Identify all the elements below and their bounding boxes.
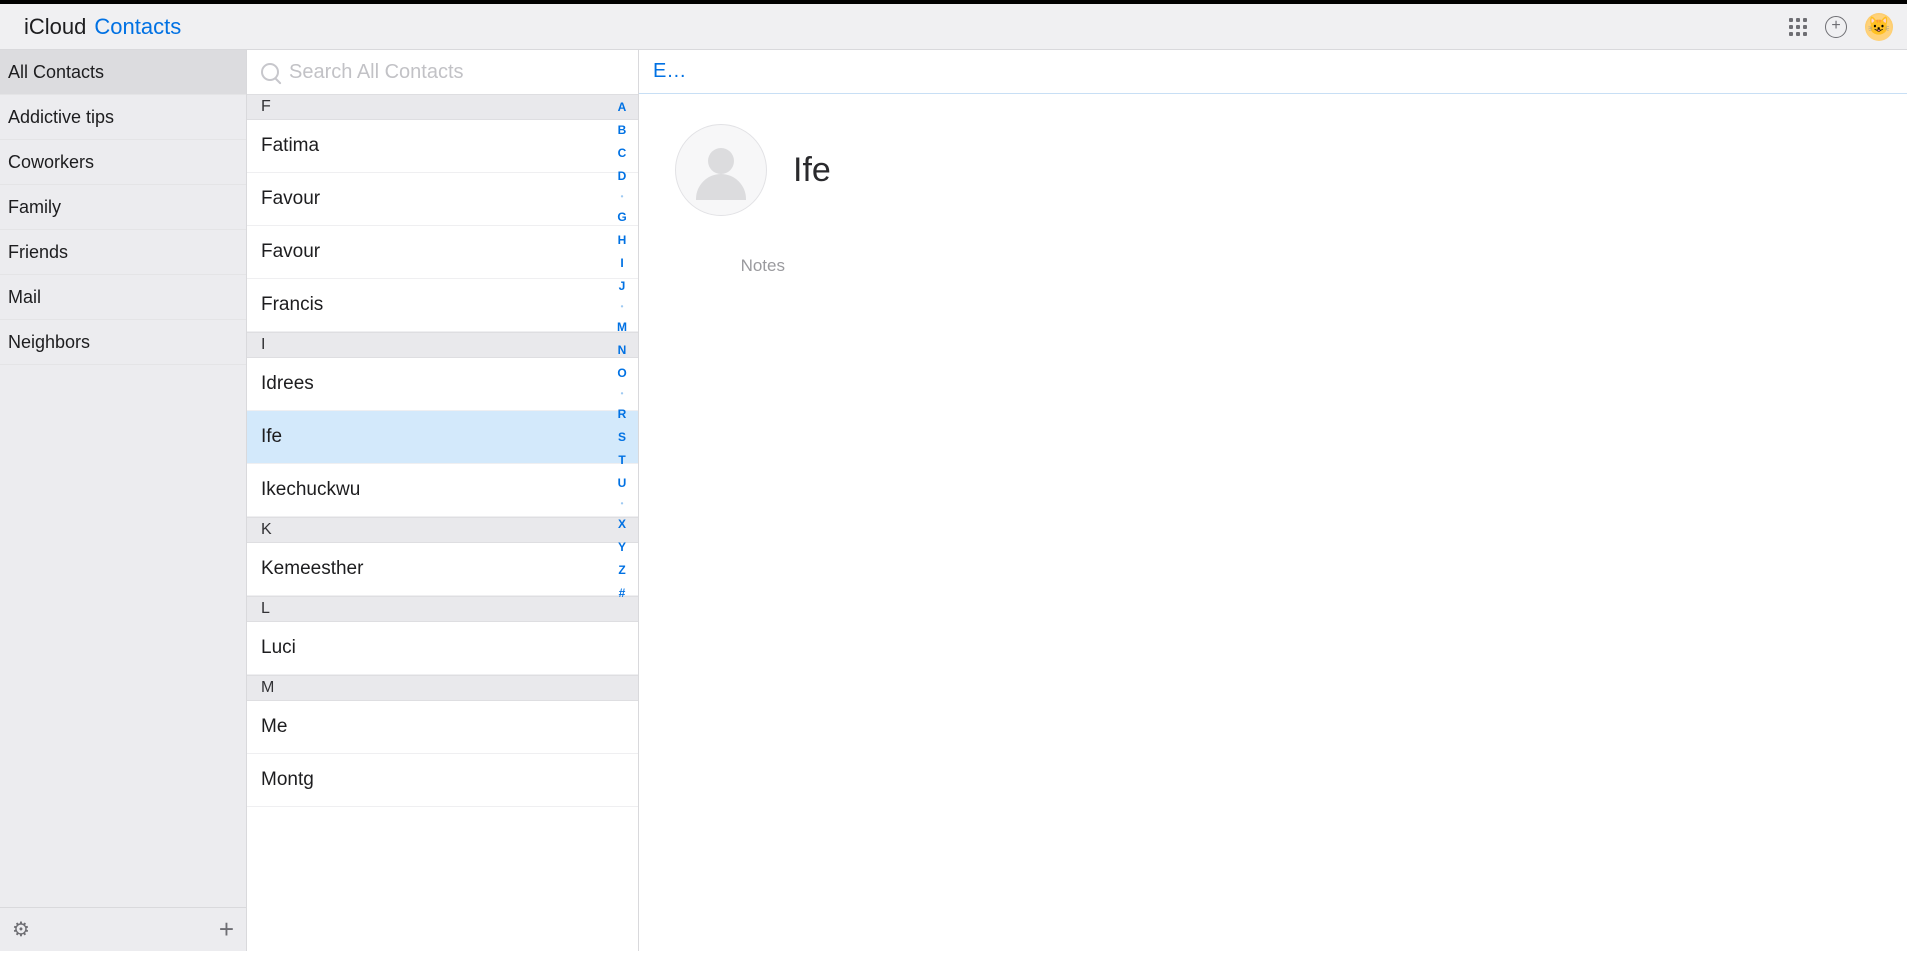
contact-name: Ife — [793, 151, 831, 190]
sidebar: All ContactsAddictive tipsCoworkersFamil… — [0, 50, 247, 951]
alpha-index-letter[interactable]: O — [617, 366, 626, 380]
sidebar-group-item[interactable]: Addictive tips — [0, 95, 246, 140]
search-icon — [261, 63, 279, 81]
brand-app-name[interactable]: Contacts — [94, 14, 181, 40]
alpha-index-letter[interactable]: Z — [618, 563, 625, 577]
alpha-index[interactable]: ABCD • GHIJ • MNO • RSTU • XYZ # — [610, 100, 634, 941]
contact-row[interactable]: Luci — [247, 622, 638, 675]
sidebar-footer: ⚙ + — [0, 907, 246, 951]
contact-row[interactable]: Idrees — [247, 358, 638, 411]
account-avatar[interactable]: 😺 — [1865, 13, 1893, 41]
contact-row[interactable]: Favour — [247, 173, 638, 226]
section-header: F — [247, 94, 638, 120]
sidebar-group-item[interactable]: Mail — [0, 275, 246, 320]
brand-icloud[interactable]: iCloud — [24, 14, 86, 40]
app-launcher-icon[interactable] — [1789, 18, 1807, 36]
alpha-index-letter[interactable]: D — [618, 169, 627, 183]
alpha-index-letter[interactable]: • — [621, 192, 624, 201]
detail-header: E… — [639, 50, 1907, 94]
alpha-index-letter[interactable]: R — [618, 407, 627, 421]
search-bar — [247, 50, 638, 94]
search-input[interactable] — [289, 61, 624, 84]
contact-row[interactable]: Favour — [247, 226, 638, 279]
contact-row[interactable]: Montg — [247, 754, 638, 807]
alpha-index-letter[interactable]: U — [618, 476, 627, 490]
alpha-index-letter[interactable]: G — [617, 210, 626, 224]
person-silhouette-icon — [691, 140, 751, 200]
alpha-index-letter[interactable]: J — [619, 279, 626, 293]
contact-detail-pane: E… Ife Notes — [639, 50, 1907, 951]
alpha-index-letter[interactable]: I — [620, 256, 623, 270]
add-group-button[interactable]: + — [219, 914, 234, 945]
section-header: M — [247, 675, 638, 701]
contact-row[interactable]: Me — [247, 701, 638, 754]
alpha-index-letter[interactable]: H — [618, 233, 627, 247]
sidebar-group-item[interactable]: Family — [0, 185, 246, 230]
contact-avatar-placeholder[interactable] — [675, 124, 767, 216]
alpha-index-letter[interactable]: X — [618, 517, 626, 531]
edit-button[interactable]: E… — [653, 60, 686, 83]
alpha-index-letter[interactable]: A — [618, 100, 627, 114]
alpha-index-letter[interactable]: N — [618, 343, 627, 357]
alpha-index-letter[interactable]: # — [619, 586, 626, 600]
alpha-index-letter[interactable]: B — [618, 123, 627, 137]
notes-label: Notes — [685, 256, 785, 276]
alpha-index-letter[interactable]: Y — [618, 540, 626, 554]
contact-row[interactable]: Kemeesther — [247, 543, 638, 596]
sidebar-group-item[interactable]: Friends — [0, 230, 246, 275]
breadcrumb: iCloud Contacts — [14, 14, 181, 40]
sidebar-group-item[interactable]: All Contacts — [0, 50, 246, 95]
alpha-index-letter[interactable]: • — [621, 302, 624, 311]
contact-row[interactable]: Fatima — [247, 120, 638, 173]
contact-row[interactable]: Francis — [247, 279, 638, 332]
alpha-index-letter[interactable]: S — [618, 430, 626, 444]
alpha-index-letter[interactable]: T — [618, 453, 625, 467]
alpha-index-letter[interactable]: • — [621, 389, 624, 398]
sidebar-group-item[interactable]: Neighbors — [0, 320, 246, 365]
contact-list-pane: FFatimaFavourFavourFrancisIIdreesIfeIkec… — [247, 50, 639, 951]
sidebar-group-item[interactable]: Coworkers — [0, 140, 246, 185]
section-header: I — [247, 332, 638, 358]
contact-row[interactable]: Ikechuckwu — [247, 464, 638, 517]
alpha-index-letter[interactable]: • — [621, 499, 624, 508]
contact-row[interactable]: Ife — [247, 411, 638, 464]
alpha-index-letter[interactable]: M — [617, 320, 627, 334]
section-header: L — [247, 596, 638, 622]
add-button[interactable] — [1825, 16, 1847, 38]
section-header: K — [247, 517, 638, 543]
top-bar: iCloud Contacts 😺 — [0, 4, 1907, 50]
alpha-index-letter[interactable]: C — [618, 146, 627, 160]
settings-gear-icon[interactable]: ⚙ — [12, 917, 30, 942]
